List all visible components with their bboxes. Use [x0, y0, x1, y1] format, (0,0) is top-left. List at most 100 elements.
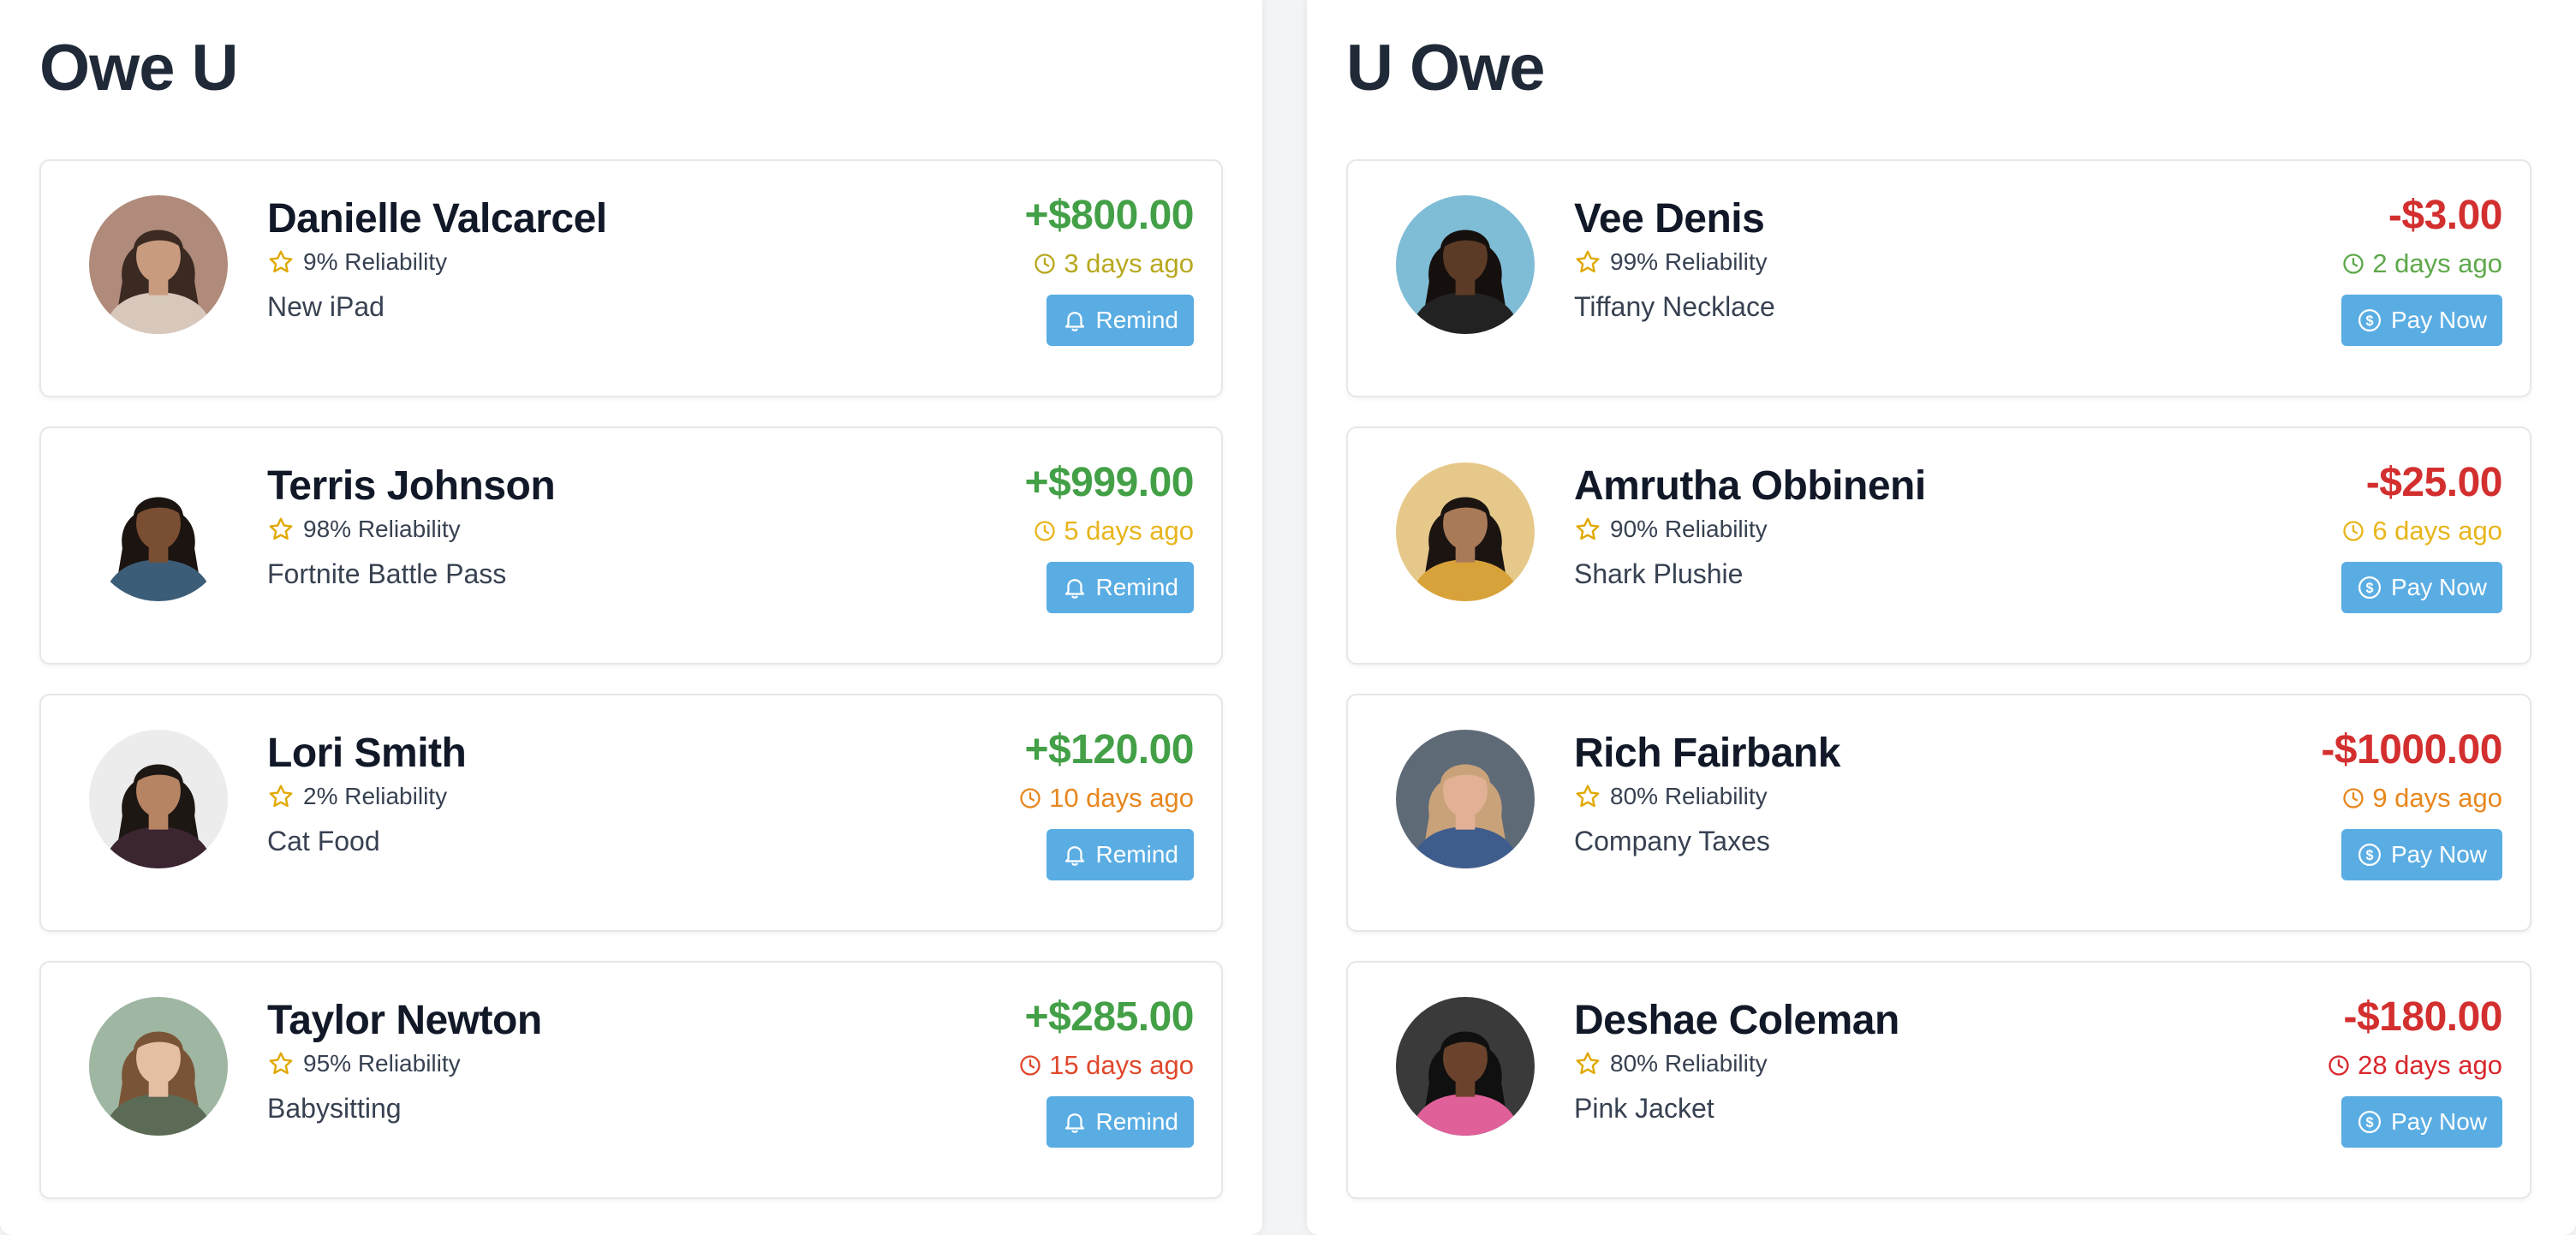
time-label: 28 days ago: [2358, 1050, 2502, 1080]
svg-text:$: $: [2365, 1115, 2373, 1131]
card-details: -$1000.00 9 days ago $ Pay Now: [2321, 726, 2502, 880]
person-name: Taylor Newton: [267, 998, 542, 1043]
avatar-image: [89, 997, 228, 1136]
time-ago: 28 days ago: [2327, 1048, 2502, 1083]
time-label: 3 days ago: [1064, 248, 1194, 278]
time-label: 2 days ago: [2372, 248, 2502, 278]
reliability: 80% Reliability: [1574, 1048, 1899, 1079]
clock-icon: [2343, 254, 2364, 274]
clock-icon: [1020, 1055, 1041, 1076]
star-icon: [1576, 785, 1600, 808]
star-icon: [1576, 250, 1600, 273]
time-ago: 3 days ago: [1024, 247, 1194, 281]
time-ago: 2 days ago: [2341, 247, 2502, 281]
owe-u-list: Danielle Valcarcel 9% Reliability New iP…: [39, 159, 1223, 1228]
avatar: [89, 195, 228, 334]
pay-now-button[interactable]: $ Pay Now: [2340, 562, 2502, 613]
time-ago: 6 days ago: [2341, 514, 2502, 548]
card-details: +$800.00 3 days ago Remind: [1024, 192, 1194, 346]
button-label: Pay Now: [2390, 574, 2487, 600]
reliability: 9% Reliability: [267, 247, 607, 277]
star-icon: [1576, 517, 1600, 540]
card-details: -$25.00 6 days ago $ Pay Now: [2340, 459, 2503, 613]
time-label: 6 days ago: [2372, 516, 2502, 546]
bell-icon: [1064, 846, 1084, 866]
star-icon: [269, 785, 293, 808]
avatar: [1396, 997, 1535, 1136]
person-name: Vee Denis: [1574, 196, 1765, 242]
time-ago: 10 days ago: [1018, 781, 1194, 815]
amount: -$180.00: [2343, 994, 2503, 1040]
u-owe-card-3: Rich Fairbank 80% Reliability Company Ta…: [1346, 694, 2531, 932]
remind-button[interactable]: Remind: [1046, 562, 1194, 613]
person-name: Lori Smith: [267, 731, 467, 776]
avatar-image: [89, 462, 228, 601]
svg-text:$: $: [2365, 848, 2373, 863]
avatar: [89, 462, 228, 601]
item-description: Tiffany Necklace: [1574, 291, 1775, 322]
star-icon: [1576, 1052, 1600, 1075]
clock-icon: [2343, 788, 2364, 808]
avatar-image: [1396, 195, 1535, 334]
dollar-circle-icon: $: [2358, 844, 2381, 866]
avatar-image: [89, 730, 228, 868]
clock-icon: [2343, 521, 2364, 541]
svg-text:$: $: [2365, 313, 2373, 329]
reliability-label: 2% Reliability: [303, 783, 448, 809]
card-info: Terris Johnson 98% Reliability Fortnite …: [267, 461, 556, 591]
reliability: 90% Reliability: [1574, 514, 1926, 545]
u-owe-card-1: Vee Denis 99% Reliability Tiffany Neckla…: [1346, 159, 2531, 397]
owe-u-card-1: Danielle Valcarcel 9% Reliability New iP…: [39, 159, 1223, 397]
reliability-label: 9% Reliability: [303, 248, 448, 275]
item-description: Babysitting: [267, 1093, 402, 1124]
avatar-image: [1396, 997, 1535, 1136]
star-icon: [269, 250, 293, 273]
button-label: Remind: [1095, 307, 1178, 333]
owe-u-panel: Owe U Danielle Valcarcel 9% Reliability …: [0, 0, 1262, 1235]
reliability: 80% Reliability: [1574, 781, 1840, 812]
clock-icon: [1035, 254, 1055, 274]
avatar: [89, 730, 228, 868]
time-ago: 9 days ago: [2321, 781, 2502, 815]
pay-now-button[interactable]: $ Pay Now: [2340, 829, 2502, 880]
u-owe-panel: U Owe Vee Denis 99% Reliability Tiffany …: [1307, 0, 2576, 1235]
reliability-label: 80% Reliability: [1610, 1050, 1768, 1077]
owe-u-card-2: Terris Johnson 98% Reliability Fortnite …: [39, 427, 1223, 665]
remind-button[interactable]: Remind: [1046, 295, 1194, 346]
clock-icon: [2329, 1055, 2349, 1076]
amount: -$1000.00: [2321, 727, 2502, 773]
amount: +$999.00: [1024, 460, 1194, 505]
reliability-label: 99% Reliability: [1610, 248, 1768, 275]
avatar: [89, 997, 228, 1136]
button-label: Pay Now: [2390, 841, 2487, 868]
person-name: Deshae Coleman: [1574, 998, 1899, 1043]
amount: -$3.00: [2388, 193, 2503, 238]
button-label: Remind: [1095, 841, 1178, 868]
card-info: Rich Fairbank 80% Reliability Company Ta…: [1574, 728, 1840, 858]
u-owe-card-2: Amrutha Obbineni 90% Reliability Shark P…: [1346, 427, 2531, 665]
button-label: Pay Now: [2390, 307, 2487, 333]
amount: -$25.00: [2365, 460, 2503, 505]
bell-icon: [1064, 1113, 1084, 1133]
time-label: 9 days ago: [2372, 783, 2502, 813]
item-description: Pink Jacket: [1574, 1093, 1714, 1124]
remind-button[interactable]: Remind: [1046, 829, 1194, 880]
person-name: Danielle Valcarcel: [267, 196, 607, 242]
time-label: 10 days ago: [1049, 783, 1194, 813]
u-owe-list: Vee Denis 99% Reliability Tiffany Neckla…: [1346, 159, 2531, 1228]
reliability: 95% Reliability: [267, 1048, 542, 1079]
avatar: [1396, 195, 1535, 334]
card-info: Vee Denis 99% Reliability Tiffany Neckla…: [1574, 194, 1775, 324]
remind-button[interactable]: Remind: [1046, 1096, 1194, 1148]
u-owe-title: U Owe: [1346, 32, 1545, 104]
pay-now-button[interactable]: $ Pay Now: [2340, 295, 2502, 346]
pay-now-button[interactable]: $ Pay Now: [2340, 1096, 2502, 1148]
button-label: Remind: [1095, 1108, 1178, 1135]
reliability: 99% Reliability: [1574, 247, 1775, 277]
amount: +$120.00: [1024, 727, 1194, 773]
time-label: 15 days ago: [1049, 1050, 1194, 1080]
avatar-image: [89, 195, 228, 334]
time-ago: 15 days ago: [1018, 1048, 1194, 1083]
dollar-circle-icon: $: [2358, 1111, 2381, 1133]
item-description: Company Taxes: [1574, 826, 1770, 856]
